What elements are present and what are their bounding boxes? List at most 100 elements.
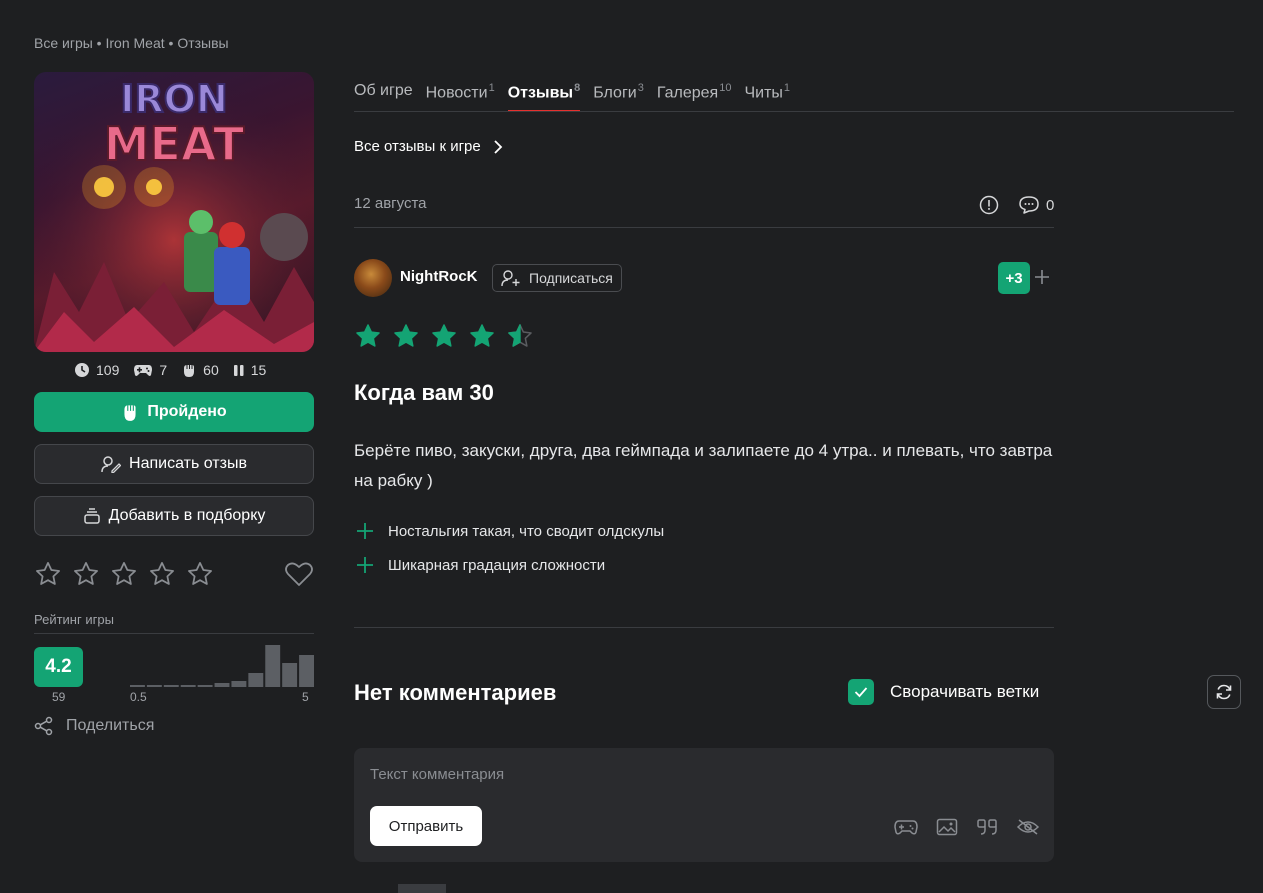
collapse-threads-checkbox[interactable]	[848, 679, 874, 705]
gamepad-icon	[894, 820, 918, 835]
all-reviews-label: Все отзывы к игре	[354, 138, 481, 155]
stat-playing[interactable]: 109	[74, 362, 119, 378]
tab-count: 3	[637, 82, 644, 94]
comment-input[interactable]	[370, 766, 1030, 783]
insert-image-button[interactable]	[936, 818, 958, 841]
stat-played-value: 7	[159, 362, 168, 378]
tab-label: Новости	[425, 84, 488, 102]
rating-histogram	[130, 645, 314, 687]
tabs-divider	[354, 111, 1234, 112]
review-pro-text: Шикарная градация сложности	[388, 556, 606, 574]
tab-count: 10	[719, 82, 732, 94]
subscribe-label: Подписаться	[529, 270, 613, 286]
comments-counter[interactable]: 0	[1018, 195, 1054, 215]
insert-game-button[interactable]	[894, 818, 918, 841]
tab-label: Отзывы	[507, 84, 574, 102]
star-outline-icon[interactable]	[72, 560, 100, 588]
heart-icon	[285, 562, 313, 586]
chevron-right-icon	[494, 139, 503, 154]
user-plus-icon	[501, 270, 520, 287]
plus-icon	[1035, 270, 1049, 284]
author-name[interactable]: NightRocK	[400, 268, 478, 285]
breadcrumb-game[interactable]: Iron Meat	[105, 35, 164, 51]
review-score: +3	[998, 262, 1030, 294]
review-date: 12 августа	[354, 195, 427, 212]
meta-divider	[354, 227, 1054, 228]
breadcrumb-all-games[interactable]: Все игры	[34, 35, 93, 51]
breadcrumb-reviews[interactable]: Отзывы	[177, 35, 228, 51]
subscribe-button[interactable]: Подписаться	[492, 264, 622, 292]
insert-spoiler-button[interactable]	[1016, 818, 1040, 841]
histogram-bar	[214, 683, 230, 687]
histogram-bar	[231, 681, 247, 687]
user-rating-stars[interactable]	[34, 560, 214, 588]
breadcrumb: Все игры • Iron Meat • Отзывы	[34, 35, 229, 51]
star-outline-icon[interactable]	[186, 560, 214, 588]
star-outline-icon[interactable]	[110, 560, 138, 588]
histogram-bar	[282, 663, 298, 687]
collapse-threads-toggle[interactable]: Сворачивать ветки	[848, 679, 1039, 705]
tab-label: Блоги	[593, 84, 637, 102]
stat-played[interactable]: 7	[133, 362, 167, 378]
tab-about[interactable]: Об игре	[354, 82, 413, 112]
scroll-tab[interactable]	[398, 884, 446, 893]
game-cover[interactable]: IRON MEAT	[34, 72, 314, 352]
fist-icon	[184, 365, 195, 377]
histogram-max-label: 5	[302, 690, 309, 704]
write-review-button[interactable]: Написать отзыв	[34, 444, 314, 484]
all-reviews-link[interactable]: Все отзывы к игре	[354, 138, 503, 155]
tab-blogs[interactable]: Блоги3	[593, 82, 644, 112]
completed-label: Пройдено	[147, 403, 227, 420]
refresh-comments-button[interactable]	[1207, 675, 1241, 709]
tab-count: 1	[488, 82, 495, 94]
image-icon	[936, 818, 958, 836]
star-outline-icon[interactable]	[34, 560, 62, 588]
pause-icon	[233, 365, 244, 376]
star-filled-icon	[470, 324, 494, 347]
review-title: Когда вам 30	[354, 380, 494, 405]
upvote-button[interactable]	[1034, 269, 1050, 290]
insert-quote-button[interactable]	[976, 818, 998, 841]
cover-title-bottom: MEAT	[104, 117, 245, 171]
star-outline-icon[interactable]	[148, 560, 176, 588]
stat-paused[interactable]: 15	[233, 362, 266, 378]
review-divider	[354, 627, 1054, 628]
no-comments-title: Нет комментариев	[354, 680, 557, 705]
stat-completed[interactable]: 60	[181, 362, 219, 378]
tab-count: 1	[783, 82, 791, 94]
histogram-bar	[197, 685, 213, 687]
star-filled-icon	[356, 324, 380, 347]
tab-count: 8	[574, 82, 581, 94]
collapse-threads-label: Сворачивать ветки	[890, 682, 1040, 701]
quote-icon	[977, 819, 997, 835]
tab-gallery[interactable]: Галерея10	[657, 82, 732, 112]
eye-off-icon	[1016, 819, 1040, 835]
rating-title: Рейтинг игры	[34, 612, 114, 627]
author-avatar[interactable]	[354, 259, 392, 297]
tab-news[interactable]: Новости1	[426, 82, 495, 112]
comment-form: Отправить	[354, 748, 1054, 862]
add-to-collection-button[interactable]: Добавить в подборку	[34, 496, 314, 536]
star-filled-icon	[432, 324, 456, 347]
write-review-label: Написать отзыв	[129, 455, 247, 472]
add-to-collection-label: Добавить в подборку	[108, 507, 266, 524]
plus-icon	[357, 523, 373, 539]
histogram-bar	[130, 685, 145, 687]
completed-button[interactable]: Пройдено	[34, 392, 314, 432]
tab-reviews[interactable]: Отзывы8	[507, 82, 581, 113]
report-button[interactable]	[979, 195, 999, 220]
favorite-button[interactable]	[284, 560, 314, 593]
game-stats: 109 7 60 15	[74, 362, 266, 378]
histogram-bar	[265, 645, 281, 687]
share-button[interactable]: Поделиться	[34, 716, 154, 736]
tab-label: Читы	[744, 84, 783, 102]
rating-count: 59	[52, 690, 66, 704]
share-icon	[34, 716, 53, 736]
histogram-bar	[163, 685, 179, 687]
clock-icon	[75, 363, 89, 377]
tab-label: Об игре	[354, 82, 413, 99]
histogram-bar	[180, 685, 196, 687]
send-comment-button[interactable]: Отправить	[370, 806, 482, 846]
star-half-icon	[508, 324, 532, 347]
tab-cheats[interactable]: Читы1	[744, 82, 790, 112]
